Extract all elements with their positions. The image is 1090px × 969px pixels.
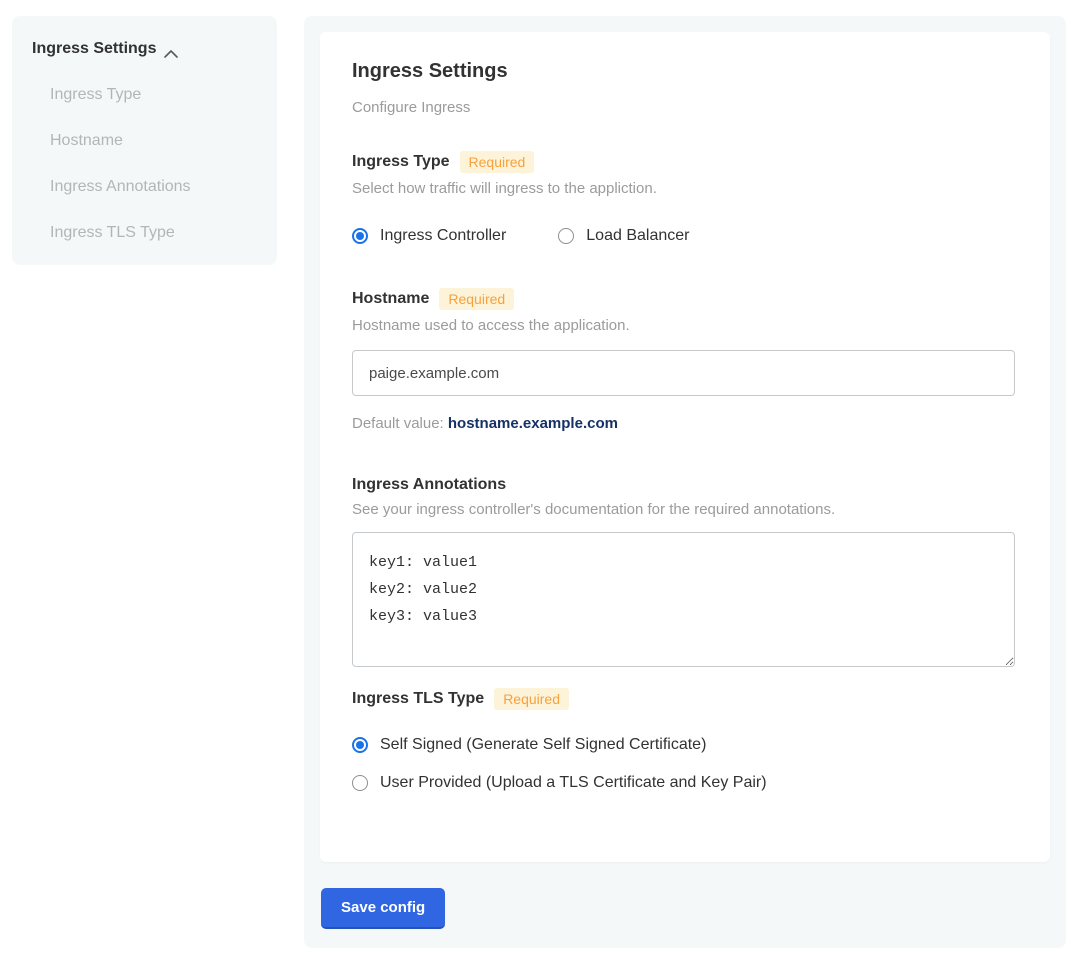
sidebar-group-header[interactable]: Ingress Settings [32,40,257,58]
sidebar-item-ingress-type[interactable]: Ingress Type [32,72,257,118]
chevron-up-icon [164,45,178,54]
sidebar-item-hostname[interactable]: Hostname [32,118,257,164]
ingress-tls-type-label: Ingress TLS Type [352,690,484,708]
section-hostname: Hostname Required Hostname used to acces… [352,288,1018,432]
sidebar-item-list: Ingress Type Hostname Ingress Annotation… [32,72,257,256]
config-card: Ingress Settings Configure Ingress Ingre… [320,32,1050,862]
sidebar-group-title: Ingress Settings [32,40,156,58]
save-config-button[interactable]: Save config [321,888,445,929]
radio-ingress-controller[interactable]: Ingress Controller [352,227,506,245]
radio-user-provided[interactable]: User Provided (Upload a TLS Certificate … [352,774,1018,792]
ingress-type-radio-group: Ingress Controller Load Balancer [352,227,1018,245]
radio-label: Load Balancer [586,227,689,245]
ingress-type-help: Select how traffic will ingress to the a… [352,180,1018,197]
page-subtitle: Configure Ingress [352,99,1018,116]
radio-label: User Provided (Upload a TLS Certificate … [380,774,767,792]
required-badge: Required [460,151,535,173]
section-ingress-type: Ingress Type Required Select how traffic… [352,151,1018,245]
sidebar-item-ingress-tls-type[interactable]: Ingress TLS Type [32,210,257,256]
ingress-type-label: Ingress Type [352,153,450,171]
radio-icon [352,228,368,244]
config-groups-sidebar: Ingress Settings Ingress Type Hostname I… [12,16,277,265]
hostname-default-value: Default value: hostname.example.com [352,415,1018,432]
radio-label: Self Signed (Generate Self Signed Certif… [380,736,706,754]
ingress-annotations-textarea[interactable]: key1: value1 key2: value2 key3: value3 [352,532,1015,667]
section-ingress-tls-type: Ingress TLS Type Required Self Signed (G… [352,688,1018,792]
hostname-help: Hostname used to access the application. [352,317,1018,334]
default-value-text: hostname.example.com [448,415,618,432]
hostname-label: Hostname [352,290,429,308]
ingress-tls-radio-group: Self Signed (Generate Self Signed Certif… [352,736,1018,792]
sidebar-item-ingress-annotations[interactable]: Ingress Annotations [32,164,257,210]
default-value-prefix: Default value: [352,415,448,432]
radio-icon [352,775,368,791]
radio-self-signed[interactable]: Self Signed (Generate Self Signed Certif… [352,736,1018,754]
ingress-annotations-help: See your ingress controller's documentat… [352,501,1018,518]
required-badge: Required [439,288,514,310]
hostname-input[interactable] [352,350,1015,396]
required-badge: Required [494,688,569,710]
page-title: Ingress Settings [352,60,1018,83]
section-ingress-annotations: Ingress Annotations See your ingress con… [352,476,1018,667]
config-panel: Ingress Settings Configure Ingress Ingre… [304,16,1066,948]
radio-icon [352,737,368,753]
radio-load-balancer[interactable]: Load Balancer [558,227,689,245]
ingress-annotations-label: Ingress Annotations [352,476,506,494]
radio-label: Ingress Controller [380,227,506,245]
radio-icon [558,228,574,244]
